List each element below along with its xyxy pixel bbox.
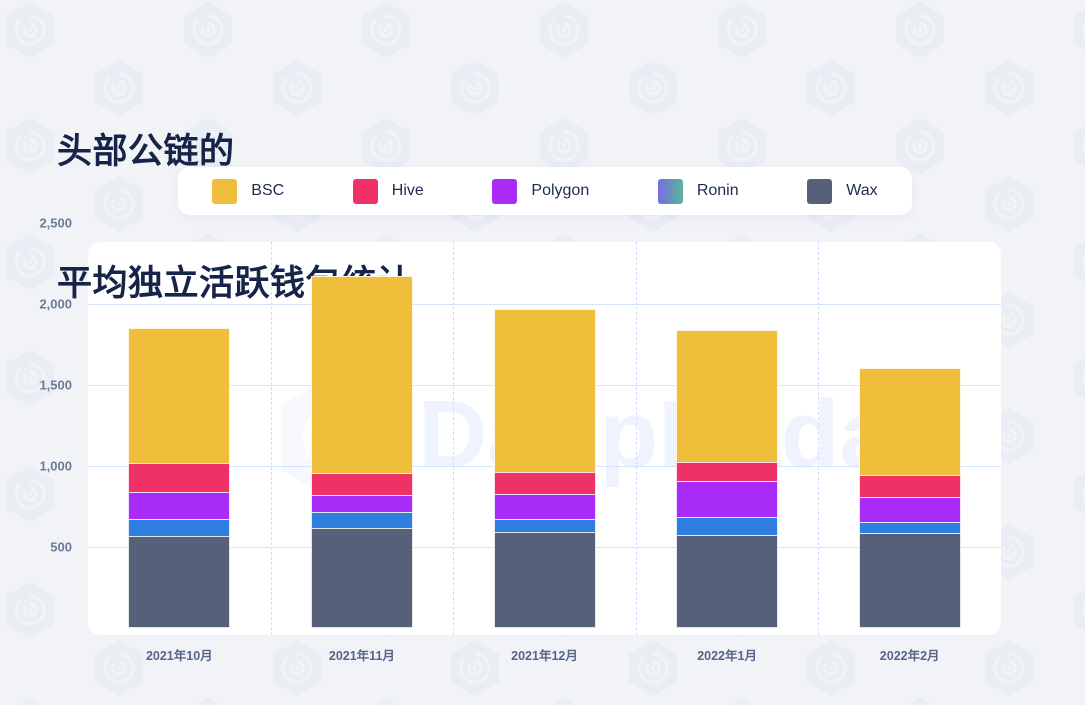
legend-label: Hive (391, 182, 424, 199)
bar-segment-hive[interactable] (676, 462, 779, 482)
legend-item-polygon[interactable]: Polygon (492, 178, 590, 204)
bar-segment-bsc[interactable] (128, 327, 231, 463)
bar-segment-polygon[interactable] (858, 497, 961, 523)
legend-swatch-hive (352, 178, 378, 204)
bar-segment-wax[interactable] (310, 528, 413, 628)
bar-segment-wax[interactable] (676, 535, 779, 628)
bar-segment-ronin[interactable] (858, 522, 961, 534)
legend-label: Wax (846, 182, 878, 199)
bar-segment-bsc[interactable] (676, 330, 779, 463)
legend-swatch-bsc (212, 178, 238, 204)
y-axis-tick-2000: 2,000 (39, 296, 72, 312)
y-axis-tick-1000: 1,000 (39, 458, 72, 474)
legend-swatch-polygon (492, 178, 518, 204)
bar-segment-bsc[interactable] (858, 368, 961, 476)
bar-segment-polygon[interactable] (493, 494, 596, 519)
bar-segment-wax[interactable] (493, 531, 596, 628)
bar-group[interactable] (128, 327, 231, 628)
bar-group[interactable] (676, 330, 779, 628)
y-axis-tick-1500: 1,500 (39, 377, 72, 393)
x-axis-tick: 2022年1月 (697, 649, 757, 663)
legend-swatch-wax (807, 178, 833, 204)
bar-segment-wax[interactable] (858, 533, 961, 628)
legend-item-ronin[interactable]: Ronin (657, 178, 739, 204)
legend-label: Polygon (531, 182, 590, 199)
y-axis: 500 1,000 1,500 2,000 2,500 (0, 216, 82, 635)
legend-label: Ronin (696, 182, 739, 199)
bar-segment-polygon[interactable] (128, 491, 231, 519)
x-axis-tick: 2021年10月 (145, 649, 213, 663)
chart-legend: BSC Hive Polygon Ronin Wax (178, 167, 912, 215)
bar-segment-ronin[interactable] (493, 518, 596, 532)
bar-segment-hive[interactable] (493, 472, 596, 495)
bar-segment-ronin[interactable] (676, 517, 779, 536)
legend-label: BSC (251, 182, 285, 199)
y-axis-tick-500: 500 (50, 539, 72, 555)
category-separator (635, 242, 637, 635)
bar-segment-bsc[interactable] (493, 309, 596, 473)
legend-item-wax[interactable]: Wax (807, 178, 878, 204)
legend-item-bsc[interactable]: BSC (212, 178, 285, 204)
category-separator (453, 242, 455, 635)
x-axis: 2021年10月 2021年11月 2021年12月 2022年1月 2022年2月 (88, 645, 1001, 671)
y-axis-tick-2500: 2,500 (39, 215, 72, 231)
category-separator (818, 242, 820, 635)
bar-segment-polygon[interactable] (676, 481, 779, 518)
bar-segment-ronin[interactable] (310, 512, 413, 529)
x-axis-tick: 2021年11月 (328, 649, 395, 663)
legend-swatch-ronin (657, 178, 683, 204)
bar-segment-hive[interactable] (310, 472, 413, 496)
bar-segment-polygon[interactable] (310, 495, 413, 513)
bar-segment-wax[interactable] (128, 535, 231, 628)
bar-segment-hive[interactable] (858, 475, 961, 498)
bar-segment-hive[interactable] (128, 462, 231, 492)
bar-group[interactable] (493, 309, 596, 628)
legend-item-hive[interactable]: Hive (352, 178, 424, 204)
bar-group[interactable] (858, 368, 961, 628)
bar-group[interactable] (310, 276, 413, 628)
x-axis-tick: 2022年2月 (879, 649, 940, 663)
x-axis-tick: 2021年12月 (511, 649, 578, 663)
bar-segment-bsc[interactable] (310, 276, 413, 473)
bar-segment-ronin[interactable] (128, 518, 231, 536)
